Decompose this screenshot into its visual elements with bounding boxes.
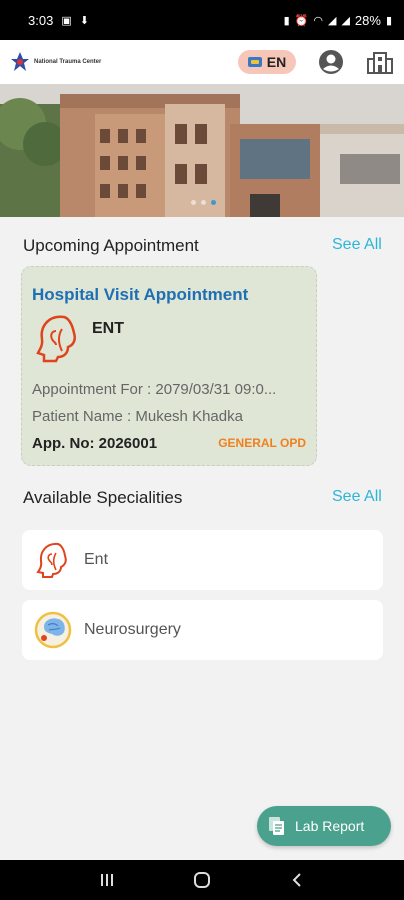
brain-icon (34, 611, 72, 649)
available-specialities-heading: Available Specialities (23, 488, 183, 507)
lab-report-button[interactable]: Lab Report (257, 806, 391, 846)
language-toggle[interactable]: EN (238, 50, 296, 74)
appointment-number: App. No: 2026001 (32, 435, 158, 452)
logo-text: National Trauma Center (34, 59, 102, 65)
home-icon (193, 872, 210, 888)
message-icon: ▣ (61, 14, 72, 27)
appointment-card[interactable]: Hospital Visit Appointment ENT Appointme… (21, 266, 317, 466)
speciality-label: Neurosurgery (84, 621, 181, 638)
ent-head-icon (36, 315, 76, 363)
wifi-icon: ◠ (313, 14, 323, 27)
hero-banner-image[interactable] (0, 84, 404, 217)
document-icon (269, 817, 284, 835)
upcoming-appointment-heading: Upcoming Appointment (23, 236, 199, 255)
appointment-department: ENT (92, 320, 124, 337)
hospital-building-icon[interactable] (366, 49, 394, 75)
recents-icon (101, 874, 114, 886)
system-nav-bar (0, 860, 404, 900)
upcoming-see-all-link[interactable]: See All (332, 236, 382, 254)
speciality-item-neurosurgery[interactable]: Neurosurgery (22, 600, 383, 660)
hospital-building-photo (0, 84, 404, 217)
battery-icon: ▮ (385, 14, 392, 27)
back-button[interactable] (285, 868, 309, 892)
carousel-dot[interactable] (201, 200, 206, 205)
home-button[interactable] (190, 868, 214, 892)
lab-report-label: Lab Report (295, 818, 365, 834)
carousel-dot-active[interactable] (211, 200, 216, 205)
signal-icon: ◢ (327, 14, 337, 27)
speciality-label: Ent (84, 551, 109, 568)
opd-type-badge: GENERAL OPD (218, 436, 306, 450)
app-logo: National Trauma Center (10, 51, 101, 73)
signal-icon: ◢ (341, 14, 350, 27)
account-circle-icon[interactable] (318, 49, 344, 75)
download-icon: ⬇ (79, 14, 89, 27)
app-header: National Trauma Center EN (0, 40, 404, 84)
logo-emblem-icon (11, 52, 29, 71)
carousel-indicator (191, 200, 216, 205)
speciality-item-ent[interactable]: Ent (22, 530, 383, 590)
appointment-date: Appointment For : 2079/03/31 09:0... (32, 381, 277, 398)
status-time: 3:03 (28, 12, 54, 28)
appointment-title: Hospital Visit Appointment (32, 285, 249, 304)
lock-icon: ▮ (283, 14, 290, 27)
language-label: EN (266, 54, 287, 70)
ent-head-icon (36, 542, 67, 578)
recents-button[interactable] (95, 868, 119, 892)
battery-level: 28% (354, 12, 381, 28)
patient-name: Patient Name : Mukesh Khadka (32, 408, 243, 425)
flag-icon (247, 57, 262, 67)
alarm-icon: ⏰ (294, 14, 309, 27)
carousel-dot[interactable] (191, 200, 196, 205)
status-bar: 3:03 ▣ ⬇ ▮ ⏰ ◠ ◢ ◢ 28% ▮ (0, 0, 404, 40)
back-icon (292, 873, 301, 887)
specialities-see-all-link[interactable]: See All (332, 488, 382, 506)
